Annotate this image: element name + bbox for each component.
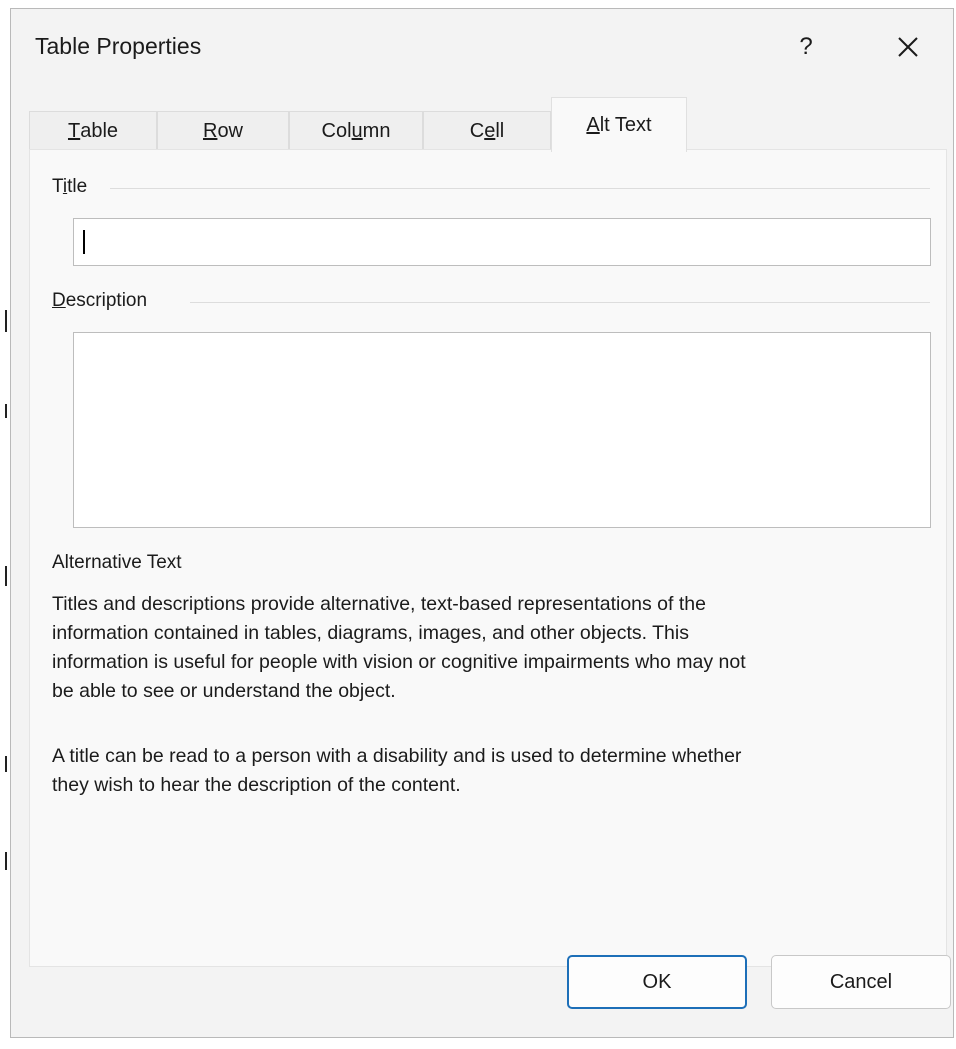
title-input[interactable] (73, 218, 931, 266)
label-access-key: D (52, 290, 66, 311)
alternative-text-heading: Alternative Text (52, 552, 182, 573)
description-textarea[interactable] (73, 332, 931, 528)
close-icon (898, 37, 918, 57)
help-line: be able to see or understand the object. (52, 680, 396, 702)
edge-mark (5, 310, 7, 332)
tab-label-part: lt Text (599, 113, 652, 136)
background-document-edge (0, 0, 10, 1049)
table-properties-dialog: Table Properties ? Table Row Col u mn Ce ll… (10, 8, 954, 1038)
title-group-label: Title (52, 176, 100, 198)
cancel-button[interactable]: Cancel (771, 955, 951, 1009)
label-part: escription (65, 290, 148, 311)
label-part: tle (67, 176, 88, 197)
description-group-divider (190, 302, 930, 303)
help-line: A title can be read to a person with a d… (52, 745, 742, 767)
tab-label-part: ow (217, 120, 244, 142)
tab-label-access-key: u (351, 120, 363, 142)
help-line: Titles and descriptions provide alternat… (52, 593, 706, 615)
tab-cell[interactable]: Ce ll (423, 111, 551, 151)
tab-label-access-key: R (202, 120, 218, 142)
tab-label-part: ll (495, 120, 505, 142)
edge-mark (5, 566, 7, 586)
edge-mark (5, 404, 7, 418)
tab-label-part: able (80, 120, 119, 142)
tab-label-access-key: A (586, 113, 600, 136)
edge-mark (5, 852, 7, 870)
help-line: information contained in tables, diagram… (52, 622, 689, 644)
tab-label-part: C (469, 120, 485, 142)
help-paragraph-2: A title can be read to a person with a d… (52, 742, 932, 800)
help-paragraph-1: Titles and descriptions provide alternat… (52, 590, 932, 706)
text-caret (83, 230, 85, 254)
tab-label-part: Col (321, 120, 352, 142)
edge-mark (5, 756, 7, 772)
tab-row[interactable]: Row (157, 111, 289, 151)
tab-label-access-key: e (484, 120, 496, 142)
tab-table[interactable]: Table (29, 111, 157, 151)
close-button[interactable] (883, 25, 933, 69)
help-line: information is useful for people with vi… (52, 651, 746, 673)
tab-alt-text[interactable]: Alt Text (551, 97, 687, 152)
alt-text-panel: Title Description Alternative Text Title… (29, 149, 947, 967)
ok-button[interactable]: OK (567, 955, 747, 1009)
description-group-label: Description (52, 290, 160, 312)
label-part: T (52, 176, 63, 197)
tab-label-access-key: T (67, 120, 81, 142)
title-group-divider (110, 188, 930, 189)
help-button[interactable]: ? (781, 27, 831, 67)
dialog-titlebar: Table Properties ? (11, 9, 953, 87)
help-line: they wish to hear the description of the… (52, 774, 461, 796)
tab-label-part: mn (362, 120, 391, 142)
dialog-title: Table Properties (35, 33, 202, 59)
tab-column[interactable]: Col u mn (289, 111, 423, 151)
